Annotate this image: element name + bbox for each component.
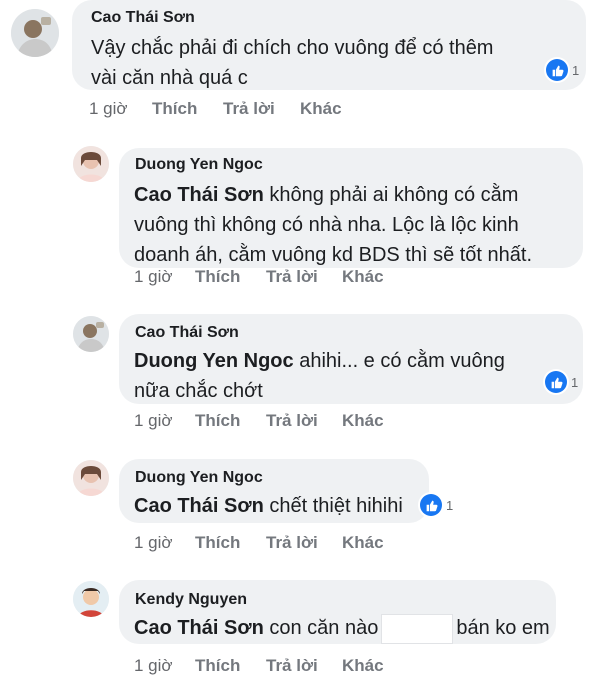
like-link[interactable]: Thích [195, 267, 240, 287]
reaction-count: 1 [446, 497, 454, 513]
more-link[interactable]: Khác [342, 411, 384, 431]
comment-text: Cao Thái Sơn chết thiệt hihihi [134, 491, 434, 521]
comment-text-segment: bán ko em [456, 617, 550, 639]
comment-2: Duong Yen Ngoc Cao Thái Sơn không phải a… [0, 140, 600, 290]
comment-time[interactable]: 1 giờ [134, 533, 173, 553]
comment-author[interactable]: Duong Yen Ngoc [135, 156, 263, 174]
comment-text-line: vuông thì không có nhà nha. Lộc là lộc k… [134, 214, 519, 236]
more-link[interactable]: Khác [342, 533, 384, 553]
comment-text: Vậy chắc phải đi chích cho vuông để có t… [91, 33, 561, 93]
comment-text: Duong Yen Ngoc ahihi... e có cằm vuông n… [134, 346, 554, 406]
comment-text-segment: chết thiệt hihihi [263, 495, 403, 517]
reaction-badge[interactable]: 1 [546, 59, 579, 81]
comment-text-segment: con căn nào [263, 617, 379, 639]
comment-text-line: doanh áh, cằm vuông kd BDS thì sẽ tốt nh… [134, 244, 533, 266]
comment-text-line: Cao Thái Sơn chết thiệt hihihi [134, 491, 434, 521]
mention-link[interactable]: Duong Yen Ngoc [134, 350, 294, 372]
reply-link[interactable]: Trả lời [266, 533, 318, 553]
comment-text-line: nữa chắc chớt [134, 380, 263, 402]
like-link[interactable]: Thích [195, 533, 240, 553]
comment-time[interactable]: 1 giờ [134, 267, 173, 287]
comment-time[interactable]: 1 giờ [134, 411, 173, 431]
reply-link[interactable]: Trả lời [223, 99, 275, 119]
reaction-count: 1 [572, 62, 580, 78]
comment-text-segment: không phải ai không có cằm [263, 184, 519, 206]
like-link[interactable]: Thích [195, 656, 240, 676]
mention-link[interactable]: Cao Thái Sơn [134, 617, 264, 639]
comment-text-line: vài căn nhà quá c [91, 67, 248, 89]
avatar[interactable] [73, 146, 109, 182]
reaction-count: 1 [571, 374, 579, 390]
comment-author[interactable]: Duong Yen Ngoc [135, 469, 263, 487]
like-link[interactable]: Thích [152, 99, 197, 119]
comment-text-line: Cao Thái Sơn không phải ai không có cằm [134, 180, 574, 210]
comment-author[interactable]: Cao Thái Sơn [91, 9, 195, 27]
like-link[interactable]: Thích [195, 411, 240, 431]
like-thumb-icon [546, 59, 568, 81]
reaction-badge[interactable]: 1 [420, 494, 453, 516]
comment-author[interactable]: Cao Thái Sơn [135, 324, 239, 342]
comment-text-segment: ahihi... e có cằm vuông [293, 350, 505, 372]
like-thumb-icon [420, 494, 442, 516]
comment-text-line: Cao Thái Sơn con căn nào bán ko em [134, 613, 554, 643]
avatar[interactable] [73, 460, 109, 496]
comment-actions: 1 giờ Thích Trả lời Khác [89, 99, 389, 121]
comment-text: Cao Thái Sơn không phải ai không có cằm … [134, 180, 574, 270]
redacted-block [382, 614, 453, 643]
comment-5: Kendy Nguyen Cao Thái Sơn con căn nào bán… [0, 578, 600, 677]
comment-time[interactable]: 1 giờ [89, 99, 128, 119]
avatar[interactable] [73, 316, 109, 352]
comment-actions: 1 giờ Thích Trả lời Khác [134, 411, 434, 433]
comment-4: Duong Yen Ngoc Cao Thái Sơn chết thiệt h… [0, 456, 600, 556]
comment-text-line: Vậy chắc phải đi chích cho vuông để có t… [91, 37, 494, 59]
comment-1: Cao Thái Sơn Vậy chắc phải đi chích cho … [0, 0, 600, 120]
reply-link[interactable]: Trả lời [266, 267, 318, 287]
avatar[interactable] [11, 9, 59, 57]
mention-link[interactable]: Cao Thái Sơn [134, 495, 264, 517]
reply-link[interactable]: Trả lời [266, 656, 318, 676]
mention-link[interactable]: Cao Thái Sơn [134, 184, 264, 206]
more-link[interactable]: Khác [300, 99, 342, 119]
comment-text-line: Duong Yen Ngoc ahihi... e có cằm vuông [134, 346, 554, 376]
comment-actions: 1 giờ Thích Trả lời Khác [134, 267, 434, 289]
comment-text: Cao Thái Sơn con căn nào bán ko em [134, 613, 554, 643]
more-link[interactable]: Khác [342, 267, 384, 287]
like-thumb-icon [545, 371, 567, 393]
comment-time[interactable]: 1 giờ [134, 656, 173, 676]
comment-author[interactable]: Kendy Nguyen [135, 591, 247, 609]
comment-actions: 1 giờ Thích Trả lời Khác [134, 656, 434, 678]
more-link[interactable]: Khác [342, 656, 384, 676]
avatar[interactable] [73, 581, 109, 617]
comment-actions: 1 giờ Thích Trả lời Khác [134, 533, 434, 555]
reaction-badge[interactable]: 1 [545, 371, 578, 393]
reply-link[interactable]: Trả lời [266, 411, 318, 431]
comment-3: Cao Thái Sơn Duong Yen Ngoc ahihi... e c… [0, 312, 600, 437]
